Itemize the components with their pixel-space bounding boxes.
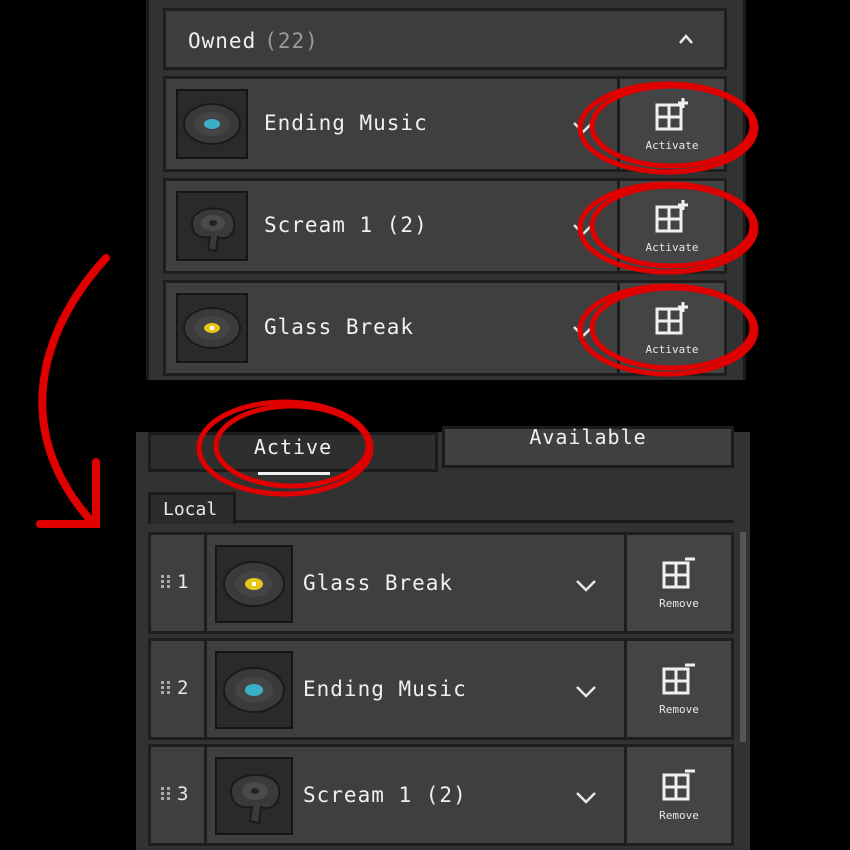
owned-row: Ending Music Activate xyxy=(163,76,727,172)
glass-break-disc-icon xyxy=(215,545,293,623)
add-pack-icon xyxy=(655,302,688,335)
add-pack-icon xyxy=(655,200,688,233)
scream-disc-icon xyxy=(176,191,248,261)
tab-available-label: Available xyxy=(529,425,647,449)
activate-label: Activate xyxy=(645,139,699,152)
owned-item-name: Ending Music xyxy=(264,111,428,135)
tab-active-label: Active xyxy=(253,435,333,459)
drag-handle[interactable]: 3 xyxy=(151,747,207,843)
activate-label: Activate xyxy=(645,241,699,254)
active-item-name: Scream 1 (2) xyxy=(303,783,467,807)
active-panel: Active Available Local 1 Glass Break Rem… xyxy=(136,425,750,850)
divider xyxy=(236,520,734,523)
remove-pack-icon xyxy=(662,663,695,695)
owned-label: Owned xyxy=(188,29,257,53)
drag-handle-icon xyxy=(161,575,170,588)
remove-pack-icon xyxy=(662,769,695,801)
chevron-down-icon[interactable] xyxy=(572,121,594,135)
active-tab-indicator xyxy=(258,472,330,475)
active-row: 1 Glass Break Remove xyxy=(148,532,734,634)
tab-active[interactable]: Active xyxy=(148,432,438,472)
activate-button[interactable]: Activate xyxy=(617,283,724,373)
local-label: Local xyxy=(163,499,218,520)
owned-item-name: Glass Break xyxy=(264,315,415,339)
row-index: 2 xyxy=(177,677,189,699)
owned-section-header[interactable]: Owned (22) xyxy=(163,8,727,70)
chevron-down-icon[interactable] xyxy=(575,685,597,699)
owned-item-name: Scream 1 (2) xyxy=(264,213,428,237)
drag-handle[interactable]: 2 xyxy=(151,641,207,737)
remove-label: Remove xyxy=(659,597,699,610)
add-pack-icon xyxy=(655,98,688,131)
owned-panel: Owned (22) Ending Music Activate Scream … xyxy=(146,0,746,380)
ending-music-disc-icon xyxy=(215,651,293,729)
activate-label: Activate xyxy=(645,343,699,356)
tab-available[interactable]: Available xyxy=(442,425,734,468)
ending-music-disc-icon xyxy=(176,89,248,159)
row-index: 1 xyxy=(177,571,189,593)
remove-button[interactable]: Remove xyxy=(624,641,731,737)
active-row: 2 Ending Music Remove xyxy=(148,638,734,740)
active-row: 3 Scream 1 (2) Remove xyxy=(148,744,734,846)
activate-button[interactable]: Activate xyxy=(617,181,724,271)
drag-handle-icon xyxy=(161,787,170,800)
drag-handle-icon xyxy=(161,681,170,694)
chevron-down-icon[interactable] xyxy=(575,791,597,805)
owned-title: Owned (22) xyxy=(188,29,319,53)
row-index: 3 xyxy=(177,783,189,805)
active-item-name: Ending Music xyxy=(303,677,467,701)
remove-button[interactable]: Remove xyxy=(624,535,731,631)
glass-break-disc-icon xyxy=(176,293,248,363)
remove-button[interactable]: Remove xyxy=(624,747,731,843)
owned-row: Glass Break Activate xyxy=(163,280,727,376)
local-tab[interactable]: Local xyxy=(148,492,236,524)
remove-label: Remove xyxy=(659,809,699,822)
active-item-name: Glass Break xyxy=(303,571,454,595)
scream-disc-icon xyxy=(215,757,293,835)
annotation-arrowhead xyxy=(36,458,100,528)
annotation-arrow xyxy=(38,254,110,526)
remove-label: Remove xyxy=(659,703,699,716)
chevron-up-icon[interactable] xyxy=(678,31,694,47)
chevron-down-icon[interactable] xyxy=(572,223,594,237)
drag-handle[interactable]: 1 xyxy=(151,535,207,631)
owned-count: (22) xyxy=(264,29,319,53)
remove-pack-icon xyxy=(662,557,695,589)
chevron-down-icon[interactable] xyxy=(575,579,597,593)
owned-row: Scream 1 (2) Activate xyxy=(163,178,727,274)
activate-button[interactable]: Activate xyxy=(617,79,724,169)
chevron-down-icon[interactable] xyxy=(572,325,594,339)
scrollbar[interactable] xyxy=(740,532,746,742)
